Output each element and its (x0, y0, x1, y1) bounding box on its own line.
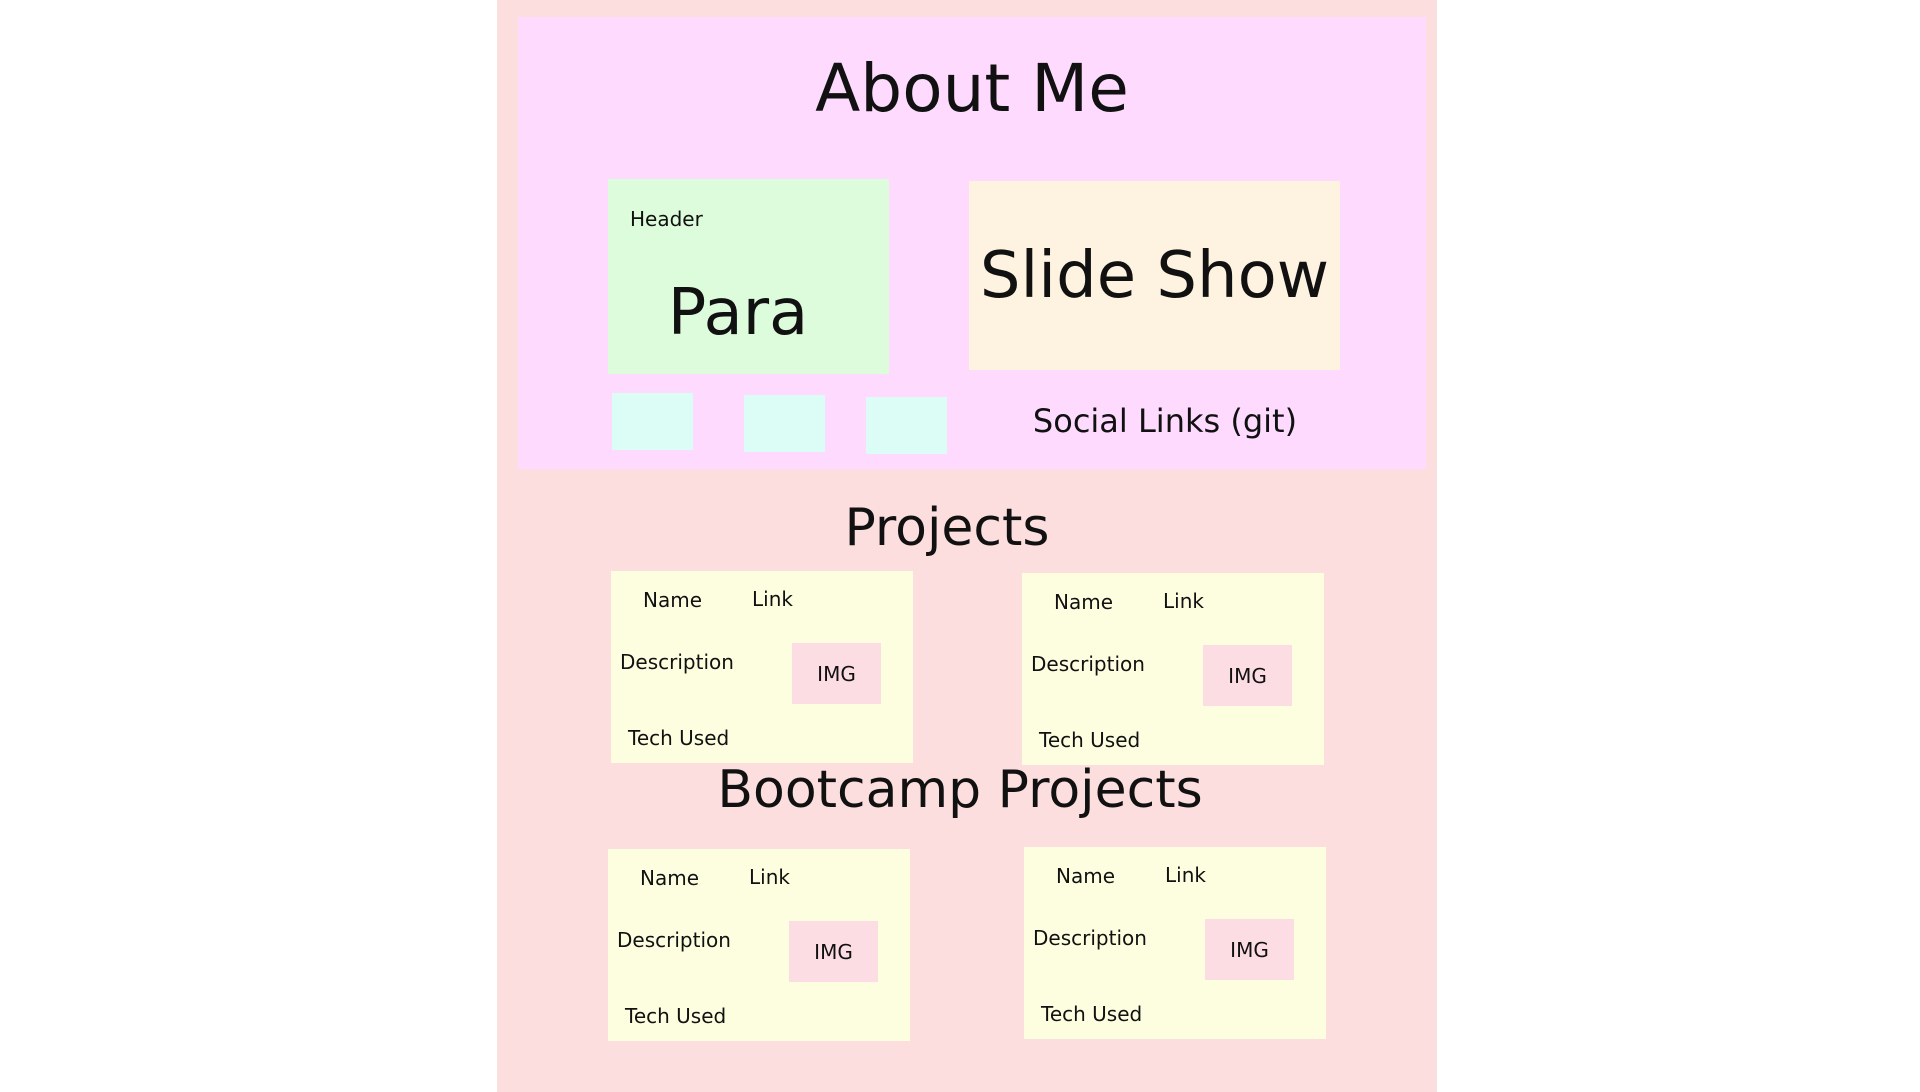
para-label: Para (667, 276, 809, 350)
bootcamp-card[interactable]: Name Link Description IMG Tech Used (608, 849, 910, 1041)
project-description: Description (620, 650, 734, 674)
project-description: Description (1033, 926, 1147, 950)
social-link-placeholder-3[interactable] (866, 397, 947, 454)
project-description: Description (1031, 652, 1145, 676)
bootcamp-projects-title: Bootcamp Projects (717, 760, 1203, 820)
project-link[interactable]: Link (752, 587, 793, 611)
project-image-placeholder: IMG (1205, 919, 1294, 980)
slideshow-box: Slide Show (969, 181, 1340, 370)
project-image-placeholder: IMG (792, 643, 881, 704)
social-link-placeholder-1[interactable] (612, 393, 693, 450)
project-link[interactable]: Link (749, 865, 790, 889)
project-image-placeholder: IMG (1203, 645, 1292, 706)
about-title: About Me (815, 49, 1129, 127)
project-name: Name (1054, 590, 1114, 614)
project-tech: Tech Used (625, 1004, 727, 1028)
project-link[interactable]: Link (1163, 589, 1204, 613)
projects-title: Projects (844, 498, 1050, 558)
project-name: Name (643, 588, 703, 612)
project-tech: Tech Used (628, 726, 730, 750)
project-name: Name (1056, 864, 1116, 888)
header-para-box: Header Para (608, 179, 889, 374)
project-tech: Tech Used (1041, 1002, 1143, 1026)
social-link-placeholder-2[interactable] (744, 395, 825, 452)
project-tech: Tech Used (1039, 728, 1141, 752)
project-card[interactable]: Name Link Description IMG Tech Used (611, 571, 913, 763)
project-description: Description (617, 928, 731, 952)
header-label: Header (630, 207, 703, 231)
bootcamp-card[interactable]: Name Link Description IMG Tech Used (1024, 847, 1326, 1039)
project-card[interactable]: Name Link Description IMG Tech Used (1022, 573, 1324, 765)
project-image-placeholder: IMG (789, 921, 878, 982)
project-name: Name (640, 866, 700, 890)
project-link[interactable]: Link (1165, 863, 1206, 887)
social-links-label: Social Links (git) (1032, 402, 1298, 440)
